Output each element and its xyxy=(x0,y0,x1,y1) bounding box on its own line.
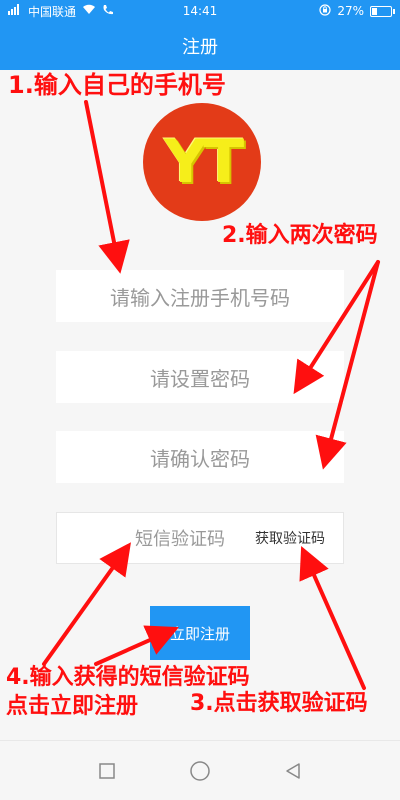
home-icon[interactable] xyxy=(188,759,212,783)
register-button[interactable]: 立即注册 xyxy=(150,606,250,660)
phone-input[interactable]: 请输入注册手机号码 xyxy=(56,270,344,322)
call-icon xyxy=(102,4,114,19)
arrow-step4-a xyxy=(42,542,131,666)
password-input[interactable]: 请设置密码 xyxy=(56,351,344,403)
battery-percent: 27% xyxy=(337,4,364,18)
annotation-step2: 2.输入两次密码 xyxy=(222,223,378,248)
get-code-button[interactable]: 获取验证码 xyxy=(255,528,325,548)
back-icon[interactable] xyxy=(281,759,305,783)
rotation-lock-icon xyxy=(319,3,331,19)
annotation-step4-line1: 4.输入获得的短信验证码 xyxy=(6,665,250,690)
status-bar: 中国联通 14:41 27% xyxy=(0,0,400,22)
arrow-step3 xyxy=(299,546,366,690)
logo-text: YT xyxy=(163,127,244,197)
confirm-password-input[interactable]: 请确认密码 xyxy=(56,431,344,483)
system-nav-bar xyxy=(0,740,400,800)
wifi-icon xyxy=(82,4,96,18)
annotation-step1: 1.输入自己的手机号 xyxy=(8,71,226,99)
page-title: 注册 xyxy=(182,37,218,58)
register-button-label: 立即注册 xyxy=(169,624,230,643)
sms-code-row: 短信验证码 获取验证码 xyxy=(56,512,344,564)
confirm-placeholder: 请确认密码 xyxy=(150,446,250,471)
status-left: 中国联通 xyxy=(8,3,114,20)
battery-fill xyxy=(372,7,377,15)
phone-placeholder: 请输入注册手机号码 xyxy=(110,285,290,310)
annotation-step3: 3.点击获取验证码 xyxy=(190,691,368,716)
signal-icon xyxy=(8,4,22,18)
status-right: 27% xyxy=(319,3,395,19)
arrow-step1 xyxy=(84,100,130,274)
recents-icon[interactable] xyxy=(95,759,119,783)
app-bar: 注册 xyxy=(0,22,400,70)
battery-icon xyxy=(370,5,395,17)
app-logo: YT xyxy=(143,103,261,221)
password-placeholder: 请设置密码 xyxy=(150,366,250,391)
carrier-label: 中国联通 xyxy=(28,4,77,19)
